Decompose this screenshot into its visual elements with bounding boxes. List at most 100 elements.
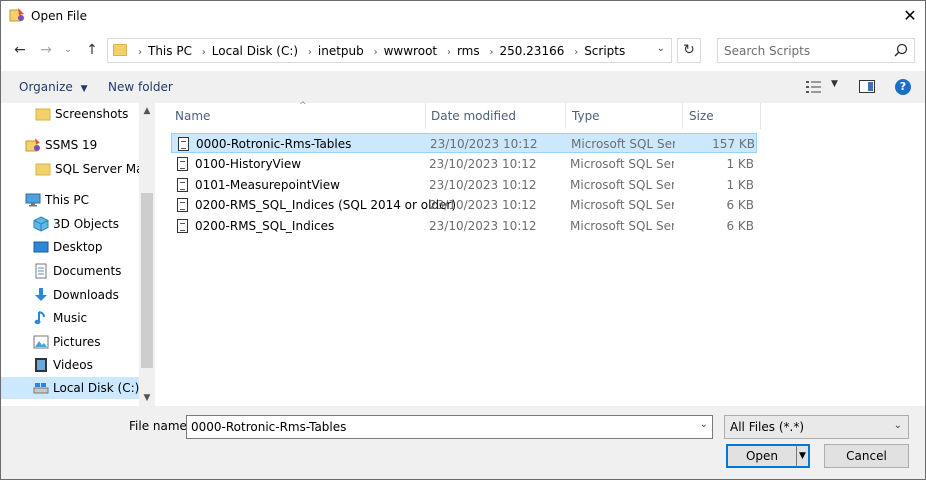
caret-down-icon: ▼ xyxy=(80,84,88,94)
chevron-down-icon: ⌄ xyxy=(64,45,72,55)
nav-item-label: Music xyxy=(53,311,88,325)
pictures-icon xyxy=(33,335,49,349)
preview-pane-button[interactable] xyxy=(859,80,875,93)
recent-locations-button[interactable]: ⌄ xyxy=(61,39,75,61)
file-name: 0200-RMS_SQL_Indices xyxy=(195,219,335,233)
file-size: 1 KB xyxy=(726,157,754,171)
file-size: 1 KB xyxy=(726,178,754,192)
breadcrumb-item[interactable]: Scripts xyxy=(584,44,625,58)
nav-item-pictures[interactable]: Pictures xyxy=(33,331,139,353)
nav-item-label: Local Disk (C:) xyxy=(53,381,140,395)
nav-item-label: This PC xyxy=(45,193,89,207)
column-header-name[interactable]: Name ^ xyxy=(169,101,426,129)
chevron-down-icon[interactable]: ⌄ xyxy=(700,419,708,430)
file-date: 23/10/2023 10:12 xyxy=(429,198,537,212)
documents-icon xyxy=(35,263,47,279)
column-header-type[interactable]: Type xyxy=(566,103,683,129)
command-bar: Organize ▼ New folder ▼ ? xyxy=(1,71,925,103)
cancel-button[interactable]: Cancel xyxy=(824,444,909,468)
file-list: Name ^ Date modified Type Size 0000-Rotr… xyxy=(159,101,925,406)
organize-label: Organize xyxy=(19,80,73,94)
navigation-pane: Screenshots SSMS 19 SQL Server Mana This… xyxy=(1,103,155,406)
file-date: 23/10/2023 10:12 xyxy=(429,157,537,171)
computer-icon xyxy=(25,193,41,207)
file-type: Microsoft SQL Ser... xyxy=(571,137,675,151)
search-input[interactable] xyxy=(724,42,884,59)
breadcrumb-item[interactable]: This PC xyxy=(148,44,192,58)
organize-button[interactable]: Organize ▼ xyxy=(19,80,88,94)
scroll-down-icon[interactable]: ▼ xyxy=(139,390,155,406)
open-options-caret-icon[interactable]: ▼ xyxy=(796,446,808,466)
help-button[interactable]: ? xyxy=(895,79,911,95)
file-name-combobox[interactable]: ⌄ xyxy=(186,415,713,439)
nav-item-desktop[interactable]: Desktop xyxy=(33,236,139,258)
file-size: 6 KB xyxy=(726,198,754,212)
arrow-up-icon: ↑ xyxy=(86,42,98,58)
nav-item-music[interactable]: Music xyxy=(33,307,139,329)
file-row[interactable]: 0100-HistoryView 23/10/2023 10:12 Micros… xyxy=(171,154,757,174)
sql-file-icon xyxy=(177,157,188,171)
column-header-date-modified[interactable]: Date modified xyxy=(425,103,566,129)
breadcrumb-separator-icon: › xyxy=(307,47,312,58)
open-button-label: Open xyxy=(745,449,779,463)
up-button[interactable]: ↑ xyxy=(81,39,103,61)
file-type-filter[interactable]: All Files (*.*) ⌄ xyxy=(724,415,909,439)
nav-item-label: 3D Objects xyxy=(53,217,120,231)
file-type: Microsoft SQL Ser... xyxy=(570,157,674,171)
search-box[interactable] xyxy=(717,38,915,63)
file-row[interactable]: 0200-RMS_SQL_Indices 23/10/2023 10:12 Mi… xyxy=(171,216,757,236)
file-row[interactable]: 0000-Rotronic-Rms-Tables 23/10/2023 10:1… xyxy=(171,133,757,153)
nav-item-local-disk-c[interactable]: Local Disk (C:) xyxy=(1,377,139,399)
nav-item-label: Screenshots xyxy=(55,107,129,121)
breadcrumb-item[interactable]: wwwroot xyxy=(384,44,438,58)
nav-item-this-pc[interactable]: This PC xyxy=(25,189,139,211)
content-area: Screenshots SSMS 19 SQL Server Mana This… xyxy=(1,101,925,406)
nav-item-ssms-19[interactable]: SSMS 19 xyxy=(25,134,139,156)
refresh-button[interactable]: ↻ xyxy=(677,38,701,63)
drive-icon xyxy=(33,383,49,394)
file-row[interactable]: 0200-RMS_SQL_Indices (SQL 2014 or older)… xyxy=(171,195,757,215)
navigation-scrollbar[interactable]: ▲ ▼ xyxy=(139,103,155,406)
scroll-up-icon[interactable]: ▲ xyxy=(139,103,155,119)
file-size: 157 KB xyxy=(712,137,755,151)
breadcrumb-item[interactable]: inetpub xyxy=(318,44,364,58)
nav-item-label: SSMS 19 xyxy=(45,138,98,152)
file-type: Microsoft SQL Ser... xyxy=(570,178,674,192)
column-header-label: Name xyxy=(175,109,211,123)
open-button[interactable]: Open ▼ xyxy=(726,444,810,468)
file-name: 0101-MeasurepointView xyxy=(195,178,340,192)
breadcrumb-item[interactable]: 250.23166 xyxy=(499,44,564,58)
caret-down-icon: ▼ xyxy=(831,79,838,89)
search-icon xyxy=(894,43,908,57)
desktop-icon xyxy=(33,241,49,253)
column-header-size[interactable]: Size xyxy=(683,103,761,129)
close-icon: ✕ xyxy=(903,6,917,25)
file-row[interactable]: 0101-MeasurepointView 23/10/2023 10:12 M… xyxy=(171,175,757,195)
breadcrumb-item[interactable]: rms xyxy=(457,44,480,58)
nav-item-label: Downloads xyxy=(53,288,119,302)
arrow-right-icon: → xyxy=(40,42,52,58)
nav-item-3d-objects[interactable]: 3D Objects xyxy=(33,213,139,235)
scroll-thumb[interactable] xyxy=(141,193,153,368)
cube-icon xyxy=(33,216,49,232)
nav-item-videos[interactable]: Videos xyxy=(33,354,139,376)
nav-item-downloads[interactable]: Downloads xyxy=(33,284,139,306)
forward-button[interactable]: → xyxy=(35,39,57,61)
file-name-input[interactable] xyxy=(191,419,681,435)
app-icon xyxy=(9,8,24,22)
sql-file-icon xyxy=(177,198,188,212)
window-title: Open File xyxy=(31,9,87,23)
nav-item-label: Desktop xyxy=(53,240,103,254)
chevron-down-icon: ⌄ xyxy=(893,420,902,431)
chevron-down-icon[interactable]: ⌄ xyxy=(657,43,665,54)
breadcrumb-item[interactable]: Local Disk (C:) xyxy=(212,44,298,58)
back-button[interactable]: ← xyxy=(9,39,31,61)
address-bar[interactable]: › This PC › Local Disk (C:) › inetpub › wwwr… xyxy=(107,38,672,63)
nav-item-documents[interactable]: Documents xyxy=(33,260,139,282)
new-folder-button[interactable]: New folder xyxy=(108,80,173,94)
nav-item-sql-server-mana[interactable]: SQL Server Mana xyxy=(35,158,155,180)
nav-item-screenshots[interactable]: Screenshots xyxy=(35,103,139,125)
change-view-button[interactable]: ▼ xyxy=(805,79,845,97)
sort-ascending-icon: ^ xyxy=(299,101,307,111)
close-button[interactable]: ✕ xyxy=(895,1,925,31)
